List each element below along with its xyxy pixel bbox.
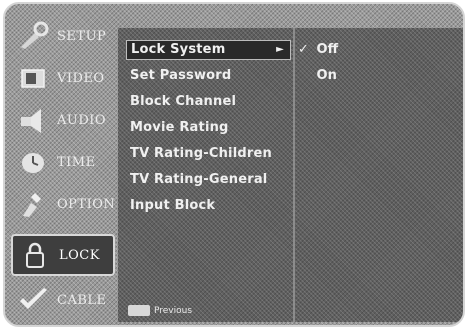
option-icon (17, 189, 51, 219)
tab-video[interactable]: VIDEO (11, 58, 115, 98)
tab-video-label: VIDEO (57, 70, 105, 86)
osd-frame: SETUP VIDEO AUDIO TIME OPTION LOCK CABLE… (3, 2, 465, 327)
arrow-right-icon: ► (276, 44, 284, 55)
setup-icon (17, 21, 51, 51)
menu-item-input-block[interactable]: Input Block (126, 196, 291, 216)
tab-lock[interactable]: LOCK (11, 234, 115, 276)
menu-item-label: Block Channel (130, 94, 237, 109)
video-icon (17, 63, 51, 93)
lock-icon (19, 240, 53, 270)
option-label: On (316, 68, 337, 83)
menu-item-label: Input Block (130, 198, 216, 213)
menu-item-movie-rating[interactable]: Movie Rating (126, 118, 291, 138)
panel-divider (293, 28, 295, 322)
menu-item-tv-rating-general[interactable]: TV Rating-General (126, 170, 291, 190)
tab-cable[interactable]: CABLE (11, 280, 115, 320)
tab-setup[interactable]: SETUP (11, 16, 115, 56)
option-label: Off (316, 42, 339, 57)
option-off[interactable]: ✓ Off (298, 40, 338, 60)
menu-item-lock-system[interactable]: Lock System ► (126, 40, 291, 60)
lock-menu-panel: Lock System ► Set Password Block Channel… (118, 28, 463, 322)
tab-lock-label: LOCK (59, 247, 100, 263)
sidebar: SETUP VIDEO AUDIO TIME OPTION LOCK CABLE (11, 12, 115, 322)
checkmark-icon: ✓ (298, 42, 309, 57)
previous-hint: Previous (128, 305, 192, 316)
tab-option[interactable]: OPTION (11, 184, 115, 224)
menu-item-label: Movie Rating (130, 120, 229, 135)
option-on[interactable]: On (298, 66, 337, 86)
tab-setup-label: SETUP (57, 28, 107, 44)
previous-label: Previous (154, 305, 193, 316)
menu-item-set-password[interactable]: Set Password (126, 66, 291, 86)
tab-cable-label: CABLE (57, 292, 107, 308)
menu-item-tv-rating-children[interactable]: TV Rating-Children (126, 144, 291, 164)
cable-icon (17, 285, 51, 315)
tab-audio-label: AUDIO (57, 112, 107, 128)
menu-item-label: TV Rating-General (130, 172, 268, 187)
tab-time-label: TIME (57, 154, 96, 170)
menu-item-block-channel[interactable]: Block Channel (126, 92, 291, 112)
tab-audio[interactable]: AUDIO (11, 100, 115, 140)
menu-key-icon (128, 305, 150, 316)
tab-option-label: OPTION (57, 196, 116, 212)
time-icon (17, 147, 51, 177)
menu-item-label: Lock System (131, 42, 226, 57)
menu-item-label: TV Rating-Children (130, 146, 272, 161)
menu-item-label: Set Password (130, 68, 232, 83)
audio-icon (17, 105, 51, 135)
tab-time[interactable]: TIME (11, 142, 115, 182)
